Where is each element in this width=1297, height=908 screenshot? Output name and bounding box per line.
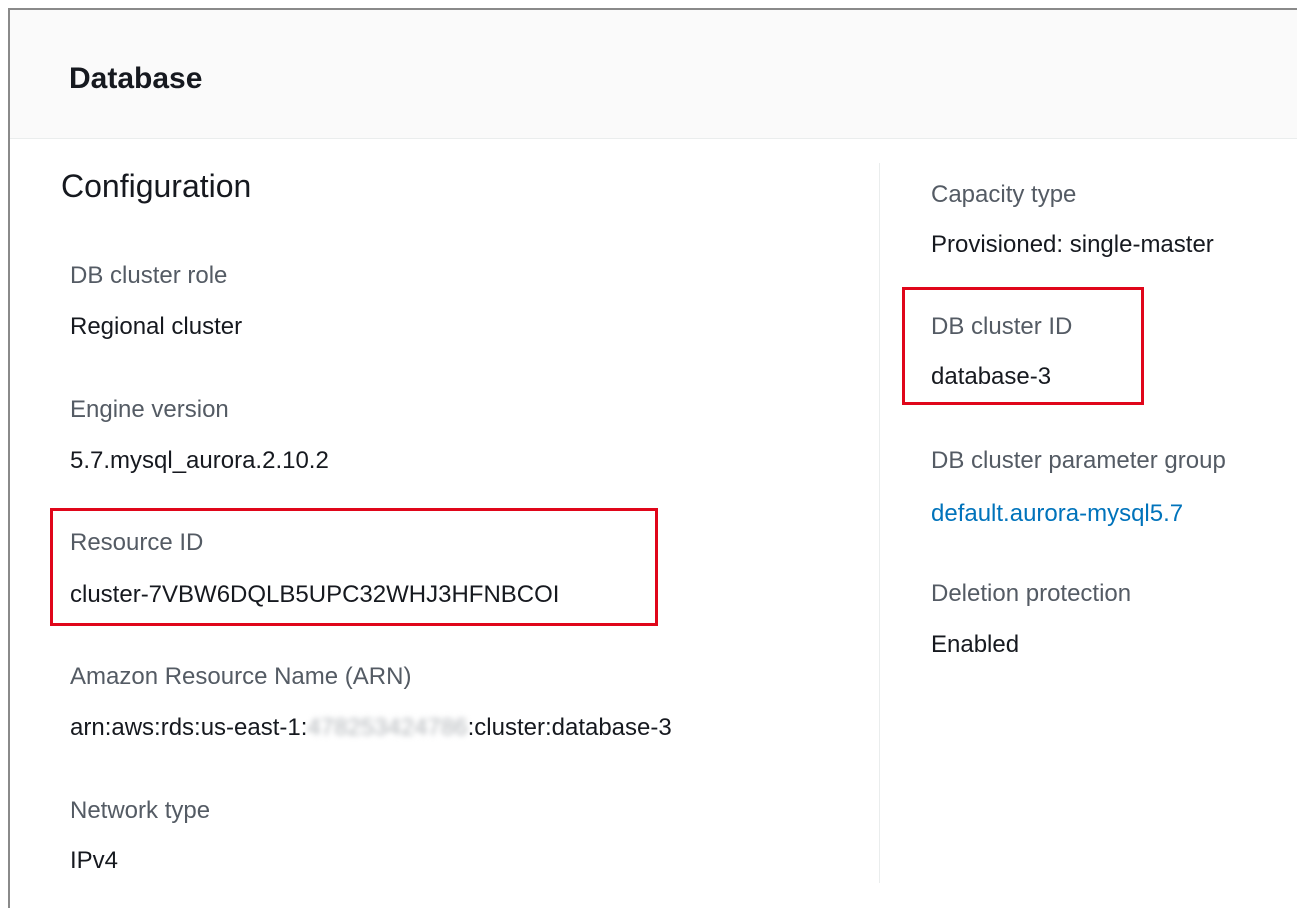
capacity-type-value: Provisioned: single-master (931, 231, 1214, 258)
arn-value: arn:aws:rds:us-east-1:478253424786:clust… (70, 714, 672, 742)
resource-id-label: Resource ID (70, 529, 204, 556)
arn-label: Amazon Resource Name (ARN) (70, 663, 412, 690)
parameter-group-link[interactable]: default.aurora-mysql5.7 (931, 500, 1183, 528)
cluster-id-value: database-3 (931, 363, 1052, 390)
engine-version-label: Engine version (70, 396, 229, 423)
deletion-protection-value: Enabled (931, 631, 1020, 658)
section-title-configuration: Configuration (61, 168, 252, 204)
cluster-id-label: DB cluster ID (931, 313, 1073, 340)
cluster-role-value: Regional cluster (70, 313, 243, 340)
panel-header: Database (10, 10, 1297, 139)
network-type-value: IPv4 (70, 847, 119, 874)
deletion-protection-label: Deletion protection (931, 580, 1132, 607)
arn-prefix: arn:aws:rds:us-east-1: (70, 714, 308, 741)
parameter-group-label: DB cluster parameter group (931, 447, 1226, 474)
panel-title: Database (69, 62, 203, 95)
engine-version-value: 5.7.mysql_aurora.2.10.2 (70, 447, 329, 474)
arn-suffix: :cluster:database-3 (467, 714, 672, 741)
cluster-role-label: DB cluster role (70, 262, 228, 289)
network-type-label: Network type (70, 797, 211, 824)
resource-id-value: cluster-7VBW6DQLB5UPC32WHJ3HFNBCOI (70, 581, 560, 608)
column-divider (879, 163, 880, 883)
arn-account-redacted: 478253424786 (307, 714, 468, 741)
capacity-type-label: Capacity type (931, 181, 1077, 208)
